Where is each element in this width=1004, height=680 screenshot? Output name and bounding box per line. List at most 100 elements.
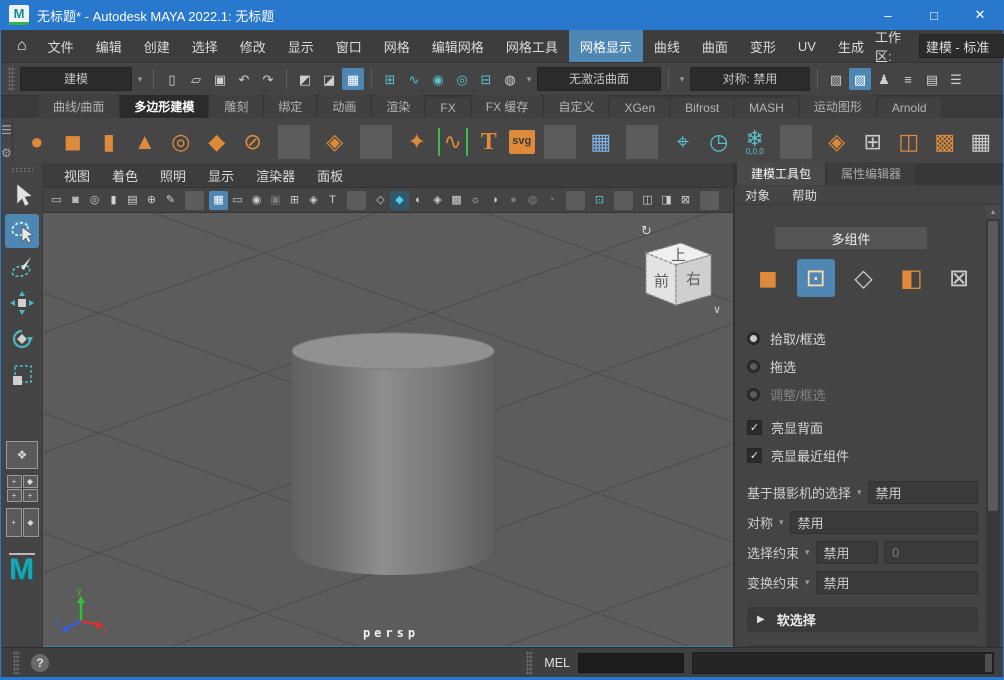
face-mode-icon[interactable]: ◧ [892, 259, 930, 297]
view-cube-refresh-icon[interactable]: ↻ [641, 223, 652, 238]
dropdown-arrow-icon[interactable]: ▾ [805, 577, 810, 588]
menu-set-arrow[interactable]: ▾ [134, 68, 146, 90]
menu-item[interactable]: 曲面 [691, 30, 739, 62]
smooth-mesh-display-icon[interactable]: ◈ [821, 125, 853, 159]
option-value-field[interactable]: 禁用 [816, 571, 978, 594]
layout-cell[interactable]: ◆ [23, 475, 38, 488]
rotate-tool[interactable] [5, 322, 39, 356]
layout-cell[interactable]: + [23, 489, 38, 502]
reset-transform-icon[interactable]: ❄ 0,0,0 [739, 125, 771, 159]
shelf-tab[interactable]: 曲线/曲面 [39, 95, 118, 118]
home-icon[interactable]: ⌂ [7, 37, 37, 55]
boolean-icon[interactable]: ⊞ [857, 125, 889, 159]
separator[interactable] [360, 125, 392, 159]
exposure-icon[interactable]: ◫ [638, 191, 657, 210]
script-output-field[interactable] [692, 652, 994, 674]
radio-option[interactable]: 调整/框选 [747, 385, 978, 404]
radio-dot[interactable] [747, 360, 760, 373]
menu-item[interactable]: 生成 [827, 30, 875, 62]
shelf-tab[interactable]: 渲染 [372, 95, 424, 118]
bookmark-icon[interactable]: ▮ [104, 191, 123, 210]
isolate-select-icon[interactable]: ⊡ [590, 191, 609, 210]
separator[interactable] [700, 191, 719, 210]
platonic-solid-icon[interactable]: ◈ [319, 125, 351, 159]
pan-zoom-icon[interactable]: ⊕ [142, 191, 161, 210]
resolution-gate-icon[interactable]: ◉ [247, 191, 266, 210]
polygon-sphere-icon[interactable]: ● [21, 125, 53, 159]
snap-options-arrow[interactable]: ▾ [523, 68, 535, 90]
drag-handle[interactable] [13, 651, 20, 675]
polygon-cylinder-object[interactable] [292, 333, 494, 575]
save-scene-icon[interactable]: ▣ [209, 68, 231, 90]
combine-icon[interactable]: ▩ [929, 125, 961, 159]
separator[interactable] [286, 69, 287, 89]
separator[interactable] [153, 69, 154, 89]
super-shape-icon[interactable]: ✦ [401, 125, 433, 159]
layout-cell[interactable]: + [6, 508, 22, 537]
active-surface-field[interactable]: 无激活曲面 [537, 67, 661, 91]
move-tool[interactable] [5, 286, 39, 320]
view-cube-chevron-icon[interactable]: ∨ [713, 304, 721, 316]
separator[interactable] [278, 125, 310, 159]
wireframe-icon[interactable]: ◇ [371, 191, 390, 210]
menu-item[interactable]: 变形 [739, 30, 787, 62]
dropdown-arrow-icon[interactable]: ▾ [805, 547, 810, 558]
checkbox-box[interactable] [747, 420, 762, 435]
make-live-icon[interactable]: ◍ [499, 68, 521, 90]
open-scene-icon[interactable]: ▱ [185, 68, 207, 90]
toolkit-menu-item[interactable]: 帮助 [782, 185, 827, 204]
panel-menu-item[interactable]: 面板 [306, 166, 354, 185]
scale-tool[interactable] [5, 358, 39, 392]
panel-scrollbar[interactable]: ▲ [986, 205, 1000, 656]
drag-handle[interactable] [526, 651, 533, 675]
menu-set-dropdown[interactable]: 建模 [20, 67, 132, 91]
section-arrow-icon[interactable]: ▶ [757, 614, 765, 625]
gamma-icon[interactable]: ◨ [657, 191, 676, 210]
toolbox-drag-handle[interactable] [11, 167, 33, 173]
radio-option[interactable]: 拾取/框选 [747, 329, 978, 348]
type-tool-icon[interactable]: T [473, 125, 505, 159]
panel-menu-item[interactable]: 视图 [53, 166, 101, 185]
uv-mode-icon[interactable]: ⊠ [940, 259, 978, 297]
view-cube-right-label[interactable]: 右 [686, 271, 701, 288]
render-view-icon[interactable]: ▧ [825, 68, 847, 90]
scrollbar-up-icon[interactable]: ▲ [986, 205, 1000, 219]
redo-icon[interactable]: ↷ [257, 68, 279, 90]
panel-menu-item[interactable]: 渲染器 [245, 166, 306, 185]
select-hierarchy-icon[interactable]: ◩ [294, 68, 316, 90]
paint-select-tool[interactable] [5, 250, 39, 284]
shelf-tab[interactable]: Arnold [878, 98, 941, 118]
textured-icon[interactable]: ▩ [447, 191, 466, 210]
sidebar-tab[interactable]: 属性编辑器 [827, 162, 915, 185]
checkbox-option[interactable]: 亮显背面 [747, 418, 978, 437]
section-header[interactable]: ▶ 软选择 [747, 607, 978, 632]
select-tool[interactable] [5, 178, 39, 212]
image-plane-icon[interactable]: ▤ [123, 191, 142, 210]
workspace-value[interactable]: 建模 - 标准 [919, 34, 1004, 58]
shelf-gear-icon[interactable]: ⚙ [1, 146, 12, 160]
tool-settings-icon[interactable]: ≡ [897, 68, 919, 90]
minimize-button[interactable]: – [865, 0, 911, 30]
separator[interactable] [817, 69, 818, 89]
help-icon[interactable]: ? [31, 654, 49, 672]
shelf-tab[interactable]: Bifrost [671, 98, 733, 118]
menu-item[interactable]: 编辑网格 [421, 30, 495, 62]
safe-action-icon[interactable]: ◈ [304, 191, 323, 210]
anti-alias-icon[interactable]: ◔ [542, 191, 561, 210]
mel-label[interactable]: MEL [544, 656, 570, 670]
select-component-icon[interactable]: ▦ [342, 68, 364, 90]
delete-history-icon[interactable]: ◷ [703, 125, 735, 159]
shelf-tab[interactable]: 动画 [318, 95, 370, 118]
checkbox-box[interactable] [747, 448, 762, 463]
lock-camera-icon[interactable]: ◙ [66, 191, 85, 210]
menu-item[interactable]: 文件 [37, 30, 85, 62]
separator[interactable] [780, 125, 812, 159]
separator[interactable] [185, 191, 204, 210]
shelf-tab[interactable]: FX 缓存 [472, 95, 543, 118]
view-cube[interactable]: ↻ 前 右 上 ∨ [641, 223, 721, 316]
panel-menu-item[interactable]: 显示 [197, 166, 245, 185]
layout-cell[interactable]: ◆ [23, 508, 39, 537]
dropdown-arrow-icon[interactable]: ▾ [857, 487, 862, 498]
polygon-cone-icon[interactable]: ▲ [129, 125, 161, 159]
construction-aid-icon[interactable]: ⌖ [667, 125, 699, 159]
